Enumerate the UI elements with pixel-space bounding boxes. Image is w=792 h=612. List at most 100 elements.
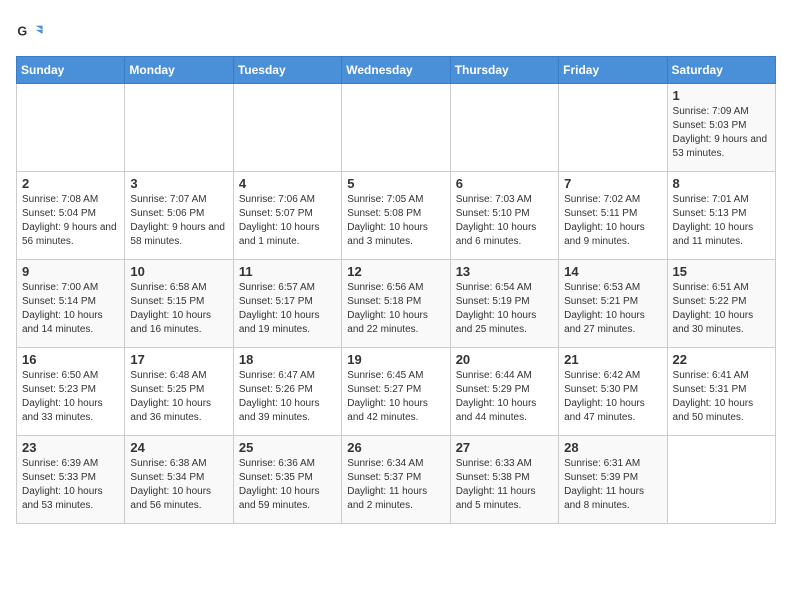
weekday-monday: Monday (125, 57, 233, 84)
day-number: 5 (347, 176, 444, 191)
calendar-cell: 26 Sunrise: 6:34 AM Sunset: 5:37 PM Dayli… (342, 436, 450, 524)
calendar-cell (667, 436, 775, 524)
calendar-cell (559, 84, 667, 172)
day-number: 20 (456, 352, 553, 367)
week-row-1: 1 Sunrise: 7:09 AM Sunset: 5:03 PM Daylig… (17, 84, 776, 172)
calendar-cell: 24 Sunrise: 6:38 AM Sunset: 5:34 PM Dayli… (125, 436, 233, 524)
day-number: 10 (130, 264, 227, 279)
day-info: Sunrise: 6:48 AM Sunset: 5:25 PM Dayligh… (130, 369, 227, 425)
day-info: Sunrise: 6:54 AM Sunset: 5:19 PM Dayligh… (456, 281, 553, 337)
calendar-cell (17, 84, 125, 172)
calendar-cell: 11 Sunrise: 6:57 AM Sunset: 5:17 PM Dayli… (233, 260, 341, 348)
calendar-cell: 15 Sunrise: 6:51 AM Sunset: 5:22 PM Dayli… (667, 260, 775, 348)
calendar-cell: 4 Sunrise: 7:06 AM Sunset: 5:07 PM Daylig… (233, 172, 341, 260)
logo: G (16, 20, 47, 48)
calendar-cell: 18 Sunrise: 6:47 AM Sunset: 5:26 PM Dayli… (233, 348, 341, 436)
day-number: 7 (564, 176, 661, 191)
day-info: Sunrise: 6:57 AM Sunset: 5:17 PM Dayligh… (239, 281, 336, 337)
weekday-saturday: Saturday (667, 57, 775, 84)
calendar-cell: 13 Sunrise: 6:54 AM Sunset: 5:19 PM Dayli… (450, 260, 558, 348)
calendar-cell: 5 Sunrise: 7:05 AM Sunset: 5:08 PM Daylig… (342, 172, 450, 260)
calendar-cell (450, 84, 558, 172)
day-info: Sunrise: 6:50 AM Sunset: 5:23 PM Dayligh… (22, 369, 119, 425)
day-info: Sunrise: 7:07 AM Sunset: 5:06 PM Dayligh… (130, 193, 227, 249)
day-number: 11 (239, 264, 336, 279)
calendar-cell: 14Sunrise: 6:53 AM Sunset: 5:21 PM Dayli… (559, 260, 667, 348)
day-number: 1 (673, 88, 770, 103)
day-info: Sunrise: 6:38 AM Sunset: 5:34 PM Dayligh… (130, 457, 227, 513)
day-info: Sunrise: 6:39 AM Sunset: 5:33 PM Dayligh… (22, 457, 119, 513)
weekday-tuesday: Tuesday (233, 57, 341, 84)
logo-icon: G (16, 20, 44, 48)
weekday-header-row: SundayMondayTuesdayWednesdayThursdayFrid… (17, 57, 776, 84)
day-number: 22 (673, 352, 770, 367)
week-row-3: 9Sunrise: 7:00 AM Sunset: 5:14 PM Daylig… (17, 260, 776, 348)
day-info: Sunrise: 6:45 AM Sunset: 5:27 PM Dayligh… (347, 369, 444, 425)
weekday-friday: Friday (559, 57, 667, 84)
week-row-5: 23 Sunrise: 6:39 AM Sunset: 5:33 PM Dayli… (17, 436, 776, 524)
weekday-thursday: Thursday (450, 57, 558, 84)
day-info: Sunrise: 6:41 AM Sunset: 5:31 PM Dayligh… (673, 369, 770, 425)
day-number: 15 (673, 264, 770, 279)
calendar-cell: 7 Sunrise: 7:02 AM Sunset: 5:11 PM Daylig… (559, 172, 667, 260)
day-info: Sunrise: 6:42 AM Sunset: 5:30 PM Dayligh… (564, 369, 661, 425)
day-number: 16 (22, 352, 119, 367)
day-info: Sunrise: 7:08 AM Sunset: 5:04 PM Dayligh… (22, 193, 119, 249)
day-number: 21 (564, 352, 661, 367)
week-row-2: 2 Sunrise: 7:08 AM Sunset: 5:04 PM Daylig… (17, 172, 776, 260)
day-info: Sunrise: 6:34 AM Sunset: 5:37 PM Dayligh… (347, 457, 444, 513)
weekday-sunday: Sunday (17, 57, 125, 84)
week-row-4: 16 Sunrise: 6:50 AM Sunset: 5:23 PM Dayli… (17, 348, 776, 436)
calendar-cell: 23 Sunrise: 6:39 AM Sunset: 5:33 PM Dayli… (17, 436, 125, 524)
day-number: 3 (130, 176, 227, 191)
calendar-cell: 2 Sunrise: 7:08 AM Sunset: 5:04 PM Daylig… (17, 172, 125, 260)
day-number: 2 (22, 176, 119, 191)
day-number: 4 (239, 176, 336, 191)
calendar-cell: 20 Sunrise: 6:44 AM Sunset: 5:29 PM Dayli… (450, 348, 558, 436)
calendar-container: G SundayMondayTuesdayWednesdayThursdayFr… (0, 0, 792, 540)
day-number: 14 (564, 264, 661, 279)
calendar-cell: 1 Sunrise: 7:09 AM Sunset: 5:03 PM Daylig… (667, 84, 775, 172)
day-info: Sunrise: 6:31 AM Sunset: 5:39 PM Dayligh… (564, 457, 661, 513)
day-info: Sunrise: 6:51 AM Sunset: 5:22 PM Dayligh… (673, 281, 770, 337)
calendar-cell (342, 84, 450, 172)
day-info: Sunrise: 7:02 AM Sunset: 5:11 PM Dayligh… (564, 193, 661, 249)
header-section: G (16, 16, 776, 48)
day-number: 23 (22, 440, 119, 455)
calendar-cell: 16 Sunrise: 6:50 AM Sunset: 5:23 PM Dayli… (17, 348, 125, 436)
day-info: Sunrise: 6:47 AM Sunset: 5:26 PM Dayligh… (239, 369, 336, 425)
calendar-cell: 6 Sunrise: 7:03 AM Sunset: 5:10 PM Daylig… (450, 172, 558, 260)
day-number: 19 (347, 352, 444, 367)
day-number: 9 (22, 264, 119, 279)
calendar-cell: 3 Sunrise: 7:07 AM Sunset: 5:06 PM Daylig… (125, 172, 233, 260)
day-number: 25 (239, 440, 336, 455)
weekday-wednesday: Wednesday (342, 57, 450, 84)
calendar-cell: 21 Sunrise: 6:42 AM Sunset: 5:30 PM Dayli… (559, 348, 667, 436)
day-info: Sunrise: 7:03 AM Sunset: 5:10 PM Dayligh… (456, 193, 553, 249)
day-number: 24 (130, 440, 227, 455)
calendar-cell: 8Sunrise: 7:01 AM Sunset: 5:13 PM Daylig… (667, 172, 775, 260)
day-number: 13 (456, 264, 553, 279)
day-info: Sunrise: 6:58 AM Sunset: 5:15 PM Dayligh… (130, 281, 227, 337)
calendar-cell: 12 Sunrise: 6:56 AM Sunset: 5:18 PM Dayli… (342, 260, 450, 348)
day-number: 26 (347, 440, 444, 455)
day-info: Sunrise: 6:44 AM Sunset: 5:29 PM Dayligh… (456, 369, 553, 425)
svg-text:G: G (17, 24, 27, 38)
day-number: 12 (347, 264, 444, 279)
day-number: 6 (456, 176, 553, 191)
day-info: Sunrise: 7:06 AM Sunset: 5:07 PM Dayligh… (239, 193, 336, 249)
calendar-cell: 27Sunrise: 6:33 AM Sunset: 5:38 PM Dayli… (450, 436, 558, 524)
day-info: Sunrise: 7:01 AM Sunset: 5:13 PM Dayligh… (673, 193, 770, 249)
calendar-cell (233, 84, 341, 172)
day-info: Sunrise: 6:36 AM Sunset: 5:35 PM Dayligh… (239, 457, 336, 513)
day-info: Sunrise: 7:05 AM Sunset: 5:08 PM Dayligh… (347, 193, 444, 249)
day-number: 18 (239, 352, 336, 367)
calendar-cell: 22 Sunrise: 6:41 AM Sunset: 5:31 PM Dayli… (667, 348, 775, 436)
calendar-cell (125, 84, 233, 172)
day-number: 28 (564, 440, 661, 455)
day-info: Sunrise: 6:56 AM Sunset: 5:18 PM Dayligh… (347, 281, 444, 337)
calendar-cell: 25 Sunrise: 6:36 AM Sunset: 5:35 PM Dayli… (233, 436, 341, 524)
day-info: Sunrise: 6:33 AM Sunset: 5:38 PM Dayligh… (456, 457, 553, 513)
day-info: Sunrise: 7:09 AM Sunset: 5:03 PM Dayligh… (673, 105, 770, 161)
calendar-cell: 9Sunrise: 7:00 AM Sunset: 5:14 PM Daylig… (17, 260, 125, 348)
